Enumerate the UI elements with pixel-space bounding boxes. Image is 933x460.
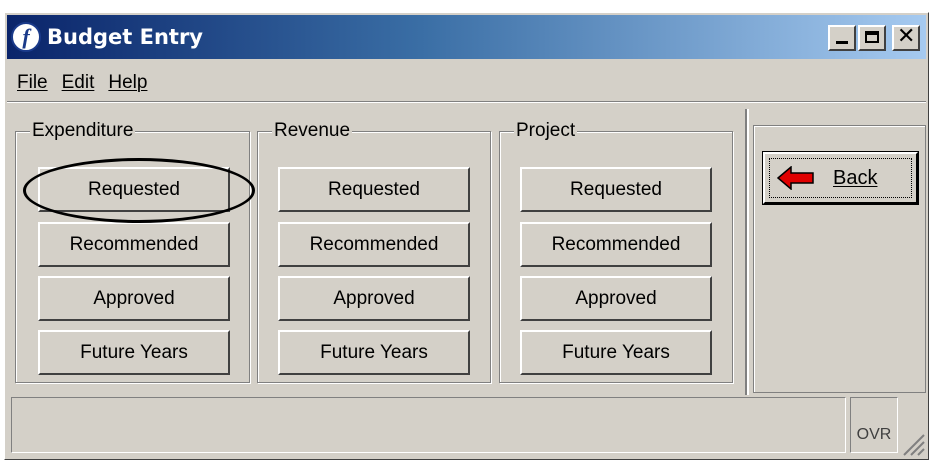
menu-help[interactable]: Help bbox=[108, 72, 147, 94]
revenue-requested-button[interactable]: Requested bbox=[278, 167, 470, 212]
expenditure-group-label: Expenditure bbox=[30, 120, 136, 142]
minimize-icon bbox=[836, 41, 848, 44]
resize-grip-icon[interactable] bbox=[900, 431, 926, 457]
ovr-indicator: OVR bbox=[850, 397, 898, 453]
minimize-button[interactable] bbox=[828, 25, 856, 51]
project-recommended-button[interactable]: Recommended bbox=[520, 222, 712, 267]
expenditure-requested-button[interactable]: Requested bbox=[38, 167, 230, 212]
window-title: Budget Entry bbox=[47, 25, 203, 49]
project-approved-button[interactable]: Approved bbox=[520, 276, 712, 321]
revenue-group: Revenue Requested Recommended Approved F… bbox=[257, 120, 491, 383]
project-group: Project Requested Recommended Approved F… bbox=[499, 120, 733, 383]
title-bar[interactable]: f Budget Entry ✕ bbox=[7, 15, 926, 59]
close-icon: ✕ bbox=[897, 24, 916, 49]
caption-buttons: ✕ bbox=[828, 24, 920, 51]
revenue-group-label: Revenue bbox=[272, 120, 353, 142]
project-requested-button[interactable]: Requested bbox=[520, 167, 712, 212]
maximize-icon bbox=[865, 31, 879, 43]
menu-bar: File Edit Help bbox=[7, 65, 926, 102]
close-button[interactable]: ✕ bbox=[892, 24, 920, 51]
navigation-panel: Back bbox=[753, 125, 926, 393]
project-group-label: Project bbox=[514, 120, 578, 142]
status-message-panel bbox=[11, 397, 846, 453]
expenditure-recommended-button[interactable]: Recommended bbox=[38, 222, 230, 267]
focus-rectangle bbox=[769, 158, 912, 198]
maximize-button[interactable] bbox=[858, 25, 886, 51]
menu-file[interactable]: File bbox=[17, 72, 48, 94]
back-button[interactable]: Back bbox=[762, 151, 919, 205]
app-logo-icon[interactable]: f bbox=[11, 22, 41, 52]
expenditure-future-years-button[interactable]: Future Years bbox=[38, 330, 230, 375]
revenue-future-years-button[interactable]: Future Years bbox=[278, 330, 470, 375]
revenue-approved-button[interactable]: Approved bbox=[278, 276, 470, 321]
revenue-recommended-button[interactable]: Recommended bbox=[278, 222, 470, 267]
expenditure-group: Expenditure Requested Recommended Approv… bbox=[15, 120, 250, 383]
project-future-years-button[interactable]: Future Years bbox=[520, 330, 712, 375]
expenditure-approved-button[interactable]: Approved bbox=[38, 276, 230, 321]
budget-entry-window: f Budget Entry ✕ File Edit Help Expendit… bbox=[4, 12, 929, 460]
menu-edit[interactable]: Edit bbox=[62, 72, 95, 94]
vertical-separator bbox=[745, 109, 749, 395]
